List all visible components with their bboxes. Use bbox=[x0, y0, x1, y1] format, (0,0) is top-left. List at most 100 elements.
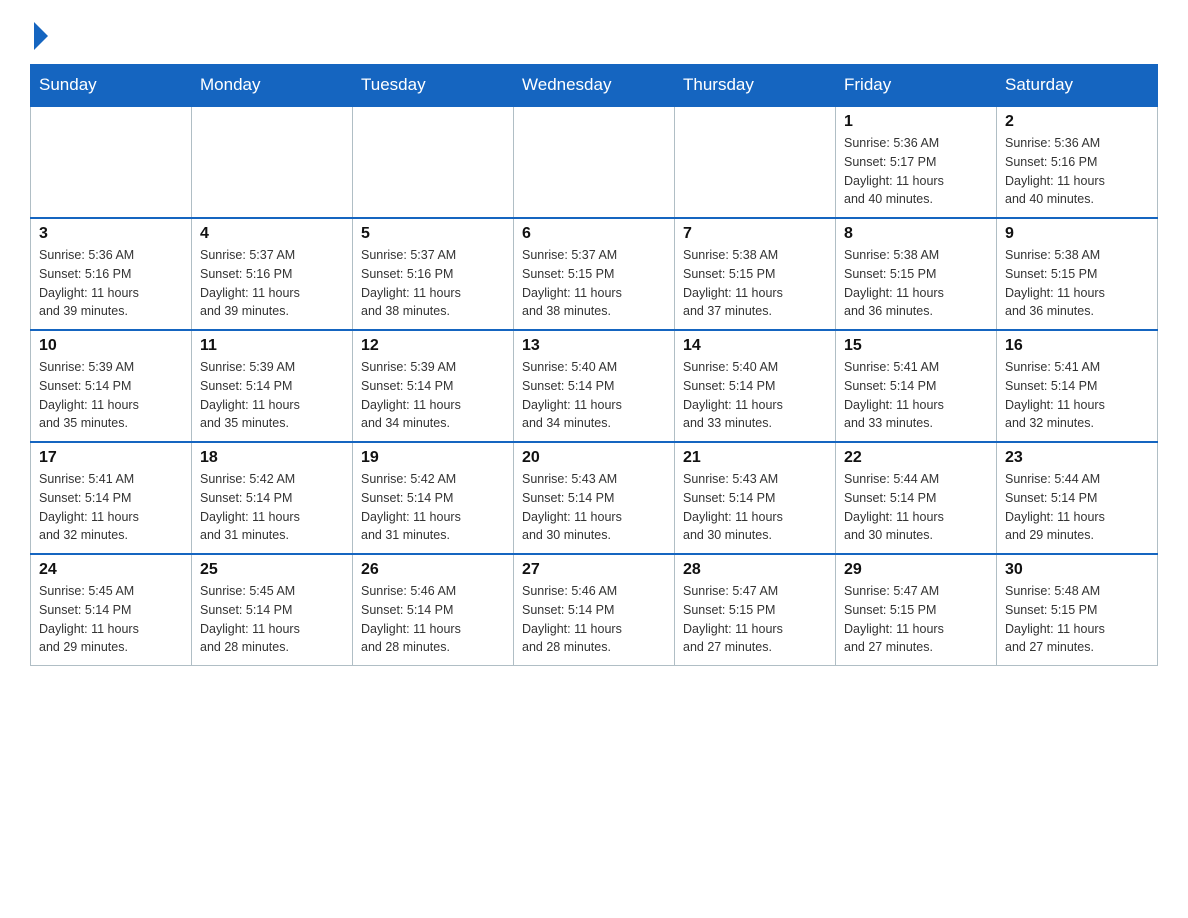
day-info: Sunrise: 5:46 AM Sunset: 5:14 PM Dayligh… bbox=[361, 582, 505, 657]
day-number: 28 bbox=[683, 561, 827, 579]
calendar-cell: 2 Sunrise: 5:36 AM Sunset: 5:16 PM Daylig… bbox=[997, 106, 1158, 218]
day-info: Sunrise: 5:37 AM Sunset: 5:16 PM Dayligh… bbox=[200, 246, 344, 321]
calendar-cell bbox=[192, 106, 353, 218]
day-number: 20 bbox=[522, 449, 666, 467]
day-info: Sunrise: 5:43 AM Sunset: 5:14 PM Dayligh… bbox=[683, 470, 827, 545]
day-number: 30 bbox=[1005, 561, 1149, 579]
calendar-cell: 21 Sunrise: 5:43 AM Sunset: 5:14 PM Dayli… bbox=[675, 442, 836, 554]
day-number: 6 bbox=[522, 225, 666, 243]
logo bbox=[30, 20, 48, 46]
day-number: 22 bbox=[844, 449, 988, 467]
day-number: 15 bbox=[844, 337, 988, 355]
page-header bbox=[30, 20, 1158, 46]
calendar-cell bbox=[675, 106, 836, 218]
day-number: 3 bbox=[39, 225, 183, 243]
calendar-header-row: SundayMondayTuesdayWednesdayThursdayFrid… bbox=[31, 65, 1158, 107]
day-info: Sunrise: 5:43 AM Sunset: 5:14 PM Dayligh… bbox=[522, 470, 666, 545]
calendar-cell: 3Sunrise: 5:36 AM Sunset: 5:16 PM Daylig… bbox=[31, 218, 192, 330]
day-info: Sunrise: 5:41 AM Sunset: 5:14 PM Dayligh… bbox=[1005, 358, 1149, 433]
calendar-table: SundayMondayTuesdayWednesdayThursdayFrid… bbox=[30, 64, 1158, 666]
day-info: Sunrise: 5:40 AM Sunset: 5:14 PM Dayligh… bbox=[683, 358, 827, 433]
day-info: Sunrise: 5:42 AM Sunset: 5:14 PM Dayligh… bbox=[361, 470, 505, 545]
day-info: Sunrise: 5:45 AM Sunset: 5:14 PM Dayligh… bbox=[39, 582, 183, 657]
calendar-cell: 25 Sunrise: 5:45 AM Sunset: 5:14 PM Dayli… bbox=[192, 554, 353, 666]
day-number: 5 bbox=[361, 225, 505, 243]
calendar-cell: 12 Sunrise: 5:39 AM Sunset: 5:14 PM Dayli… bbox=[353, 330, 514, 442]
calendar-cell: 16 Sunrise: 5:41 AM Sunset: 5:14 PM Dayli… bbox=[997, 330, 1158, 442]
day-number: 9 bbox=[1005, 225, 1149, 243]
calendar-cell bbox=[353, 106, 514, 218]
day-number: 17 bbox=[39, 449, 183, 467]
calendar-cell: 19Sunrise: 5:42 AM Sunset: 5:14 PM Dayli… bbox=[353, 442, 514, 554]
day-info: Sunrise: 5:47 AM Sunset: 5:15 PM Dayligh… bbox=[683, 582, 827, 657]
day-number: 2 bbox=[1005, 113, 1149, 131]
day-info: Sunrise: 5:38 AM Sunset: 5:15 PM Dayligh… bbox=[844, 246, 988, 321]
day-info: Sunrise: 5:44 AM Sunset: 5:14 PM Dayligh… bbox=[1005, 470, 1149, 545]
day-info: Sunrise: 5:36 AM Sunset: 5:16 PM Dayligh… bbox=[1005, 134, 1149, 209]
day-number: 4 bbox=[200, 225, 344, 243]
calendar-cell: 14Sunrise: 5:40 AM Sunset: 5:14 PM Dayli… bbox=[675, 330, 836, 442]
calendar-header-wednesday: Wednesday bbox=[514, 65, 675, 107]
day-number: 1 bbox=[844, 113, 988, 131]
calendar-cell: 20 Sunrise: 5:43 AM Sunset: 5:14 PM Dayli… bbox=[514, 442, 675, 554]
day-number: 23 bbox=[1005, 449, 1149, 467]
calendar-cell bbox=[514, 106, 675, 218]
day-info: Sunrise: 5:37 AM Sunset: 5:15 PM Dayligh… bbox=[522, 246, 666, 321]
calendar-cell: 5 Sunrise: 5:37 AM Sunset: 5:16 PM Daylig… bbox=[353, 218, 514, 330]
day-info: Sunrise: 5:41 AM Sunset: 5:14 PM Dayligh… bbox=[844, 358, 988, 433]
day-number: 11 bbox=[200, 337, 344, 355]
day-info: Sunrise: 5:47 AM Sunset: 5:15 PM Dayligh… bbox=[844, 582, 988, 657]
day-number: 13 bbox=[522, 337, 666, 355]
day-number: 7 bbox=[683, 225, 827, 243]
day-number: 24 bbox=[39, 561, 183, 579]
day-info: Sunrise: 5:36 AM Sunset: 5:17 PM Dayligh… bbox=[844, 134, 988, 209]
calendar-cell: 10 Sunrise: 5:39 AM Sunset: 5:14 PM Dayli… bbox=[31, 330, 192, 442]
day-number: 18 bbox=[200, 449, 344, 467]
calendar-cell: 4 Sunrise: 5:37 AM Sunset: 5:16 PM Daylig… bbox=[192, 218, 353, 330]
day-number: 25 bbox=[200, 561, 344, 579]
calendar-cell: 11 Sunrise: 5:39 AM Sunset: 5:14 PM Dayli… bbox=[192, 330, 353, 442]
logo-arrow-icon bbox=[34, 22, 48, 50]
calendar-cell: 15 Sunrise: 5:41 AM Sunset: 5:14 PM Dayli… bbox=[836, 330, 997, 442]
day-number: 10 bbox=[39, 337, 183, 355]
day-info: Sunrise: 5:37 AM Sunset: 5:16 PM Dayligh… bbox=[361, 246, 505, 321]
week-row-3: 10 Sunrise: 5:39 AM Sunset: 5:14 PM Dayli… bbox=[31, 330, 1158, 442]
calendar-header-sunday: Sunday bbox=[31, 65, 192, 107]
day-info: Sunrise: 5:45 AM Sunset: 5:14 PM Dayligh… bbox=[200, 582, 344, 657]
calendar-cell: 23 Sunrise: 5:44 AM Sunset: 5:14 PM Dayli… bbox=[997, 442, 1158, 554]
day-info: Sunrise: 5:38 AM Sunset: 5:15 PM Dayligh… bbox=[1005, 246, 1149, 321]
calendar-cell bbox=[31, 106, 192, 218]
calendar-header-thursday: Thursday bbox=[675, 65, 836, 107]
calendar-header-saturday: Saturday bbox=[997, 65, 1158, 107]
calendar-header-friday: Friday bbox=[836, 65, 997, 107]
day-info: Sunrise: 5:39 AM Sunset: 5:14 PM Dayligh… bbox=[361, 358, 505, 433]
day-info: Sunrise: 5:39 AM Sunset: 5:14 PM Dayligh… bbox=[200, 358, 344, 433]
calendar-cell: 22 Sunrise: 5:44 AM Sunset: 5:14 PM Dayli… bbox=[836, 442, 997, 554]
day-number: 26 bbox=[361, 561, 505, 579]
day-info: Sunrise: 5:41 AM Sunset: 5:14 PM Dayligh… bbox=[39, 470, 183, 545]
day-info: Sunrise: 5:38 AM Sunset: 5:15 PM Dayligh… bbox=[683, 246, 827, 321]
calendar-cell: 6 Sunrise: 5:37 AM Sunset: 5:15 PM Daylig… bbox=[514, 218, 675, 330]
day-info: Sunrise: 5:40 AM Sunset: 5:14 PM Dayligh… bbox=[522, 358, 666, 433]
day-number: 16 bbox=[1005, 337, 1149, 355]
day-number: 12 bbox=[361, 337, 505, 355]
calendar-cell: 9 Sunrise: 5:38 AM Sunset: 5:15 PM Daylig… bbox=[997, 218, 1158, 330]
calendar-header-tuesday: Tuesday bbox=[353, 65, 514, 107]
calendar-cell: 28 Sunrise: 5:47 AM Sunset: 5:15 PM Dayli… bbox=[675, 554, 836, 666]
week-row-4: 17 Sunrise: 5:41 AM Sunset: 5:14 PM Dayli… bbox=[31, 442, 1158, 554]
week-row-1: 1 Sunrise: 5:36 AM Sunset: 5:17 PM Daylig… bbox=[31, 106, 1158, 218]
week-row-5: 24 Sunrise: 5:45 AM Sunset: 5:14 PM Dayli… bbox=[31, 554, 1158, 666]
day-number: 8 bbox=[844, 225, 988, 243]
day-number: 21 bbox=[683, 449, 827, 467]
calendar-cell: 30Sunrise: 5:48 AM Sunset: 5:15 PM Dayli… bbox=[997, 554, 1158, 666]
calendar-cell: 7 Sunrise: 5:38 AM Sunset: 5:15 PM Daylig… bbox=[675, 218, 836, 330]
calendar-cell: 17 Sunrise: 5:41 AM Sunset: 5:14 PM Dayli… bbox=[31, 442, 192, 554]
calendar-header-monday: Monday bbox=[192, 65, 353, 107]
calendar-cell: 8 Sunrise: 5:38 AM Sunset: 5:15 PM Daylig… bbox=[836, 218, 997, 330]
calendar-cell: 1 Sunrise: 5:36 AM Sunset: 5:17 PM Daylig… bbox=[836, 106, 997, 218]
day-number: 29 bbox=[844, 561, 988, 579]
day-info: Sunrise: 5:39 AM Sunset: 5:14 PM Dayligh… bbox=[39, 358, 183, 433]
calendar-cell: 27Sunrise: 5:46 AM Sunset: 5:14 PM Dayli… bbox=[514, 554, 675, 666]
day-info: Sunrise: 5:44 AM Sunset: 5:14 PM Dayligh… bbox=[844, 470, 988, 545]
calendar-cell: 13 Sunrise: 5:40 AM Sunset: 5:14 PM Dayli… bbox=[514, 330, 675, 442]
